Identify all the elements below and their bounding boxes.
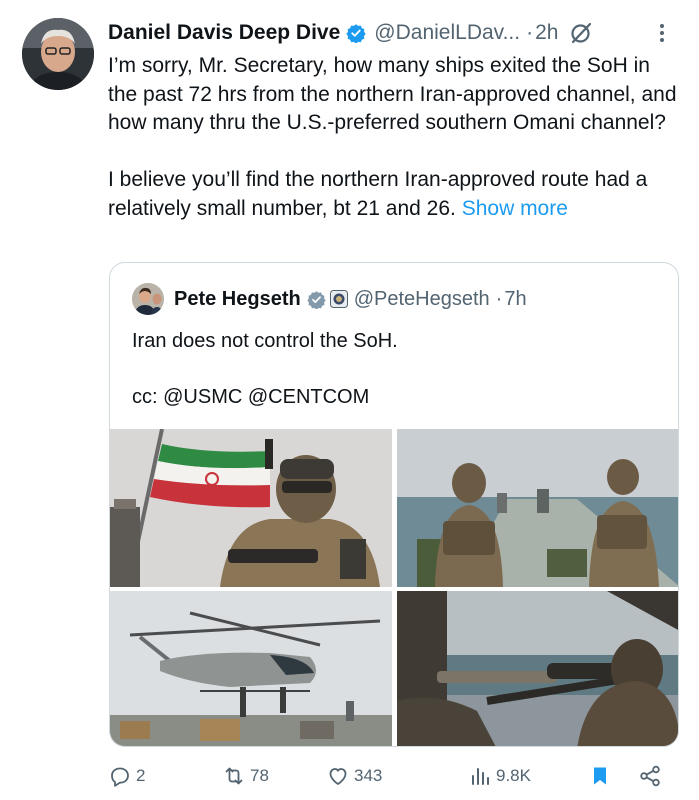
quote-paragraph-2: cc: @USMC @CENTCOM — [132, 386, 370, 408]
author-handle[interactable]: @DanielLDav... — [374, 21, 520, 45]
timestamp[interactable]: 2h — [535, 21, 558, 45]
quote-author-handle[interactable]: @PeteHegseth — [354, 288, 490, 311]
share-icon — [640, 765, 660, 787]
media-grid — [110, 429, 678, 746]
reply-count: 2 — [136, 766, 146, 785]
action-bar: 2 78 343 9.8K — [108, 760, 678, 792]
views-icon — [472, 768, 489, 785]
quote-timestamp[interactable]: 7h — [504, 288, 526, 311]
quote-author-name[interactable]: Pete Hegseth — [174, 288, 301, 311]
avatar[interactable] — [22, 18, 94, 90]
bookmark-button[interactable] — [588, 760, 612, 792]
reply-button[interactable]: 2 — [108, 760, 145, 792]
avatar-photo — [22, 18, 94, 90]
bookmark-icon — [594, 767, 606, 785]
media-image-2[interactable] — [397, 429, 678, 587]
repost-icon — [225, 767, 243, 785]
tweet-paragraph-1: I’m sorry, Mr. Secretary, how many ships… — [108, 54, 677, 134]
quote-header: Pete Hegseth @PeteHegseth · 7h — [132, 283, 527, 315]
quote-text: Iran does not control the SoH. cc: @USMC… — [132, 327, 652, 411]
quoted-tweet[interactable]: Pete Hegseth @PeteHegseth · 7h Iran does… — [109, 262, 679, 747]
like-count: 343 — [354, 766, 383, 785]
view-count: 9.8K — [496, 766, 531, 785]
reply-icon — [111, 767, 129, 787]
author-name[interactable]: Daniel Davis Deep Dive — [108, 21, 340, 45]
repost-count: 78 — [250, 766, 269, 785]
tweet-text: I’m sorry, Mr. Secretary, how many ships… — [108, 52, 683, 223]
separator-dot: · — [526, 21, 534, 44]
quote-avatar-photo — [132, 283, 164, 315]
affiliation-badge-icon — [329, 290, 348, 308]
media-image-3[interactable] — [110, 591, 392, 746]
separator-dot: · — [495, 287, 503, 310]
show-more-link[interactable]: Show more — [462, 197, 568, 220]
like-button[interactable]: 343 — [326, 760, 382, 792]
verified-badge-icon — [307, 290, 326, 310]
tweet-paragraph-2: I believe you’ll find the northern Iran-… — [108, 166, 683, 223]
media-image-4[interactable] — [397, 591, 678, 746]
repost-button[interactable]: 78 — [222, 760, 269, 792]
verified-badge-icon — [346, 23, 366, 44]
share-button[interactable] — [638, 760, 662, 792]
quote-avatar[interactable] — [132, 283, 164, 315]
heart-icon — [329, 768, 347, 785]
more-options-icon[interactable] — [650, 20, 674, 46]
quote-paragraph-1: Iran does not control the SoH. — [132, 330, 398, 352]
tweet[interactable]: Daniel Davis Deep Dive @DanielLDav... · … — [0, 0, 699, 800]
grok-icon[interactable] — [568, 20, 594, 46]
tweet-header: Daniel Davis Deep Dive @DanielLDav... · … — [108, 18, 594, 48]
views-button[interactable]: 9.8K — [468, 760, 531, 792]
media-image-1[interactable] — [110, 429, 392, 587]
